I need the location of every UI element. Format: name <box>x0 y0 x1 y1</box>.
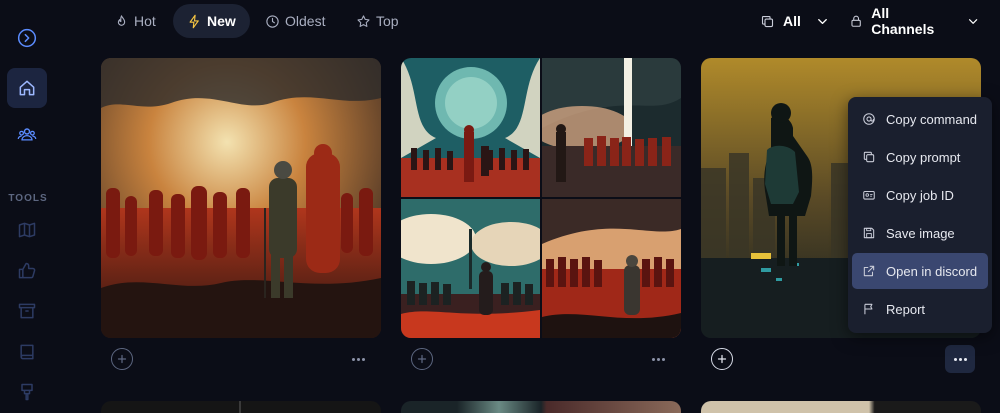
tab-hot-label: Hot <box>134 13 156 29</box>
external-link-icon <box>863 265 875 277</box>
menu-copy-prompt-label: Copy prompt <box>886 149 961 165</box>
gallery-image-6[interactable] <box>701 401 981 413</box>
tool-likes[interactable] <box>7 251 47 291</box>
grid-divider <box>239 401 241 413</box>
dot <box>651 357 655 361</box>
gallery-image-2[interactable] <box>401 58 681 338</box>
chevron-right-circle-icon <box>17 28 37 48</box>
plus-icon <box>417 354 427 364</box>
tool-docs[interactable] <box>7 332 47 372</box>
dot <box>958 357 962 361</box>
card-1-actions <box>101 346 381 372</box>
tab-hot[interactable]: Hot <box>100 4 170 38</box>
gallery-image-1[interactable] <box>101 58 381 338</box>
image-context-menu: Copy command Copy prompt Copy job ID Sav… <box>848 97 992 333</box>
tab-oldest[interactable]: Oldest <box>251 4 339 38</box>
channel-filter-label: All Channels <box>871 5 935 37</box>
artwork-beam-city <box>542 58 681 197</box>
dot <box>656 357 660 361</box>
grid-image-3 <box>401 199 540 338</box>
save-icon <box>863 227 875 239</box>
tab-oldest-label: Oldest <box>285 13 326 29</box>
sidebar-item-home[interactable] <box>7 68 47 108</box>
chevron-down-icon <box>818 18 827 24</box>
card-2-actions <box>401 346 681 372</box>
thumbs-up-icon <box>18 262 36 279</box>
dot <box>356 357 360 361</box>
more-options-button[interactable] <box>645 346 671 372</box>
at-icon <box>863 113 875 125</box>
home-icon <box>19 80 35 96</box>
bolt-icon <box>189 14 199 28</box>
archive-icon <box>18 303 36 319</box>
add-to-collection-button[interactable] <box>411 348 433 370</box>
grid-image-2 <box>542 58 681 197</box>
dot <box>661 357 665 361</box>
id-icon <box>863 190 875 200</box>
menu-copy-prompt[interactable]: Copy prompt <box>852 139 988 175</box>
plus-icon <box>717 354 727 364</box>
menu-open-in-discord-label: Open in discord <box>886 263 978 279</box>
tab-new-label: New <box>207 13 236 29</box>
menu-open-in-discord[interactable]: Open in discord <box>852 253 988 289</box>
book-icon <box>20 344 34 360</box>
menu-copy-command[interactable]: Copy command <box>852 101 988 137</box>
artwork-red-army <box>542 199 681 338</box>
chevron-down-icon <box>968 18 978 24</box>
brush-icon <box>21 383 33 401</box>
grid-image-4 <box>542 199 681 338</box>
users-icon <box>17 128 37 141</box>
artwork-portal <box>401 58 540 197</box>
filter-bar: Hot New Oldest Top All All Channels <box>100 4 980 38</box>
menu-copy-command-label: Copy command <box>886 111 978 127</box>
menu-copy-job-id[interactable]: Copy job ID <box>852 177 988 213</box>
tool-map[interactable] <box>7 210 47 250</box>
sidebar: TOOLS <box>0 0 56 413</box>
menu-copy-job-id-label: Copy job ID <box>886 187 954 203</box>
sidebar-item-community[interactable] <box>7 114 47 154</box>
copy-icon <box>863 151 875 163</box>
type-filter-dropdown[interactable]: All <box>760 4 830 38</box>
gallery-image-4[interactable] <box>101 401 381 413</box>
menu-save-image-label: Save image <box>886 225 955 241</box>
add-to-collection-button[interactable] <box>111 348 133 370</box>
more-options-button[interactable] <box>945 345 975 373</box>
grid-image-1 <box>401 58 540 197</box>
dot <box>953 357 957 361</box>
more-options-button[interactable] <box>345 346 371 372</box>
plus-icon <box>117 354 127 364</box>
sidebar-toggle-button[interactable] <box>7 18 47 58</box>
flag-icon <box>864 303 873 315</box>
copy-icon <box>761 15 774 27</box>
add-to-collection-button[interactable] <box>711 348 733 370</box>
dot <box>963 357 967 361</box>
flame-icon <box>117 14 126 26</box>
menu-report[interactable]: Report <box>852 291 988 327</box>
channel-filter-dropdown[interactable]: All Channels <box>849 4 980 38</box>
artwork-cloud-march <box>401 199 540 338</box>
tools-section-label: TOOLS <box>8 193 48 204</box>
clock-icon <box>266 14 279 28</box>
menu-report-label: Report <box>886 301 926 317</box>
gallery-image-5[interactable] <box>401 401 681 413</box>
lock-icon <box>851 15 861 27</box>
card-3-actions <box>701 345 981 373</box>
tool-archive[interactable] <box>7 291 47 331</box>
artwork-apocalypse-crowd <box>101 58 381 338</box>
map-icon <box>18 222 36 238</box>
type-filter-label: All <box>783 13 801 29</box>
menu-save-image[interactable]: Save image <box>852 215 988 251</box>
tab-new[interactable]: New <box>173 4 250 38</box>
dot <box>361 357 365 361</box>
star-icon <box>357 14 370 27</box>
tab-top[interactable]: Top <box>342 4 413 38</box>
tab-top-label: Top <box>376 13 399 29</box>
tool-brush[interactable] <box>7 372 47 412</box>
dot <box>351 357 355 361</box>
